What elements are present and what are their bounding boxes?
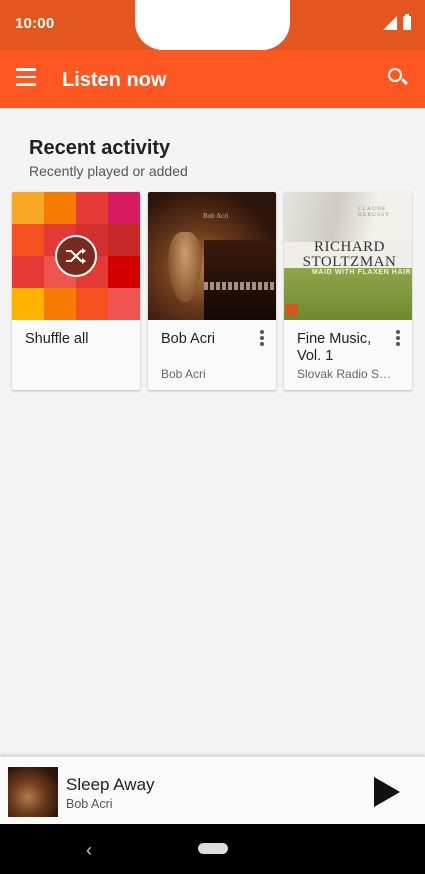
home-icon[interactable]: [198, 843, 228, 854]
section-title: Recent activity: [29, 137, 171, 159]
back-icon[interactable]: ‹: [86, 840, 92, 861]
card-bob-acri[interactable]: Bob Acri Bob Acri Bob Acri: [148, 192, 276, 390]
play-icon[interactable]: [374, 777, 400, 807]
shuffle-art: [12, 192, 140, 320]
card-subtitle: Bob Acri: [161, 367, 206, 381]
status-time: 10:00: [15, 15, 55, 32]
signal-icon: [383, 16, 397, 30]
album-art-text: Bob Acri: [203, 212, 229, 220]
album-art: CLAUDE DEBUSSY RICHARD STOLTZMAN MAID WI…: [284, 192, 412, 320]
now-playing-art: [8, 767, 58, 817]
status-bar: 10:00: [0, 0, 425, 50]
now-playing-title: Sleep Away: [66, 775, 155, 794]
album-art: Bob Acri: [148, 192, 276, 320]
album-art-performer: RICHARD STOLTZMAN: [302, 239, 397, 270]
app-bar: Listen now: [0, 50, 425, 108]
now-playing-artist: Bob Acri: [66, 797, 113, 811]
card-title: Fine Music, Vol. 1: [297, 331, 372, 364]
album-art-piece: MAID WITH FLAXEN HAIR: [312, 269, 412, 276]
status-icons: [383, 14, 411, 30]
card-fine-music[interactable]: CLAUDE DEBUSSY RICHARD STOLTZMAN MAID WI…: [284, 192, 412, 390]
section-subtitle: Recently played or added: [29, 163, 188, 179]
more-options-icon[interactable]: [392, 330, 404, 348]
battery-icon: [403, 14, 411, 30]
more-options-icon[interactable]: [256, 330, 268, 348]
recent-activity-cards: Shuffle all Bob Acri Bob Acri Bob Acri C…: [12, 192, 412, 390]
card-title: Shuffle all: [25, 331, 89, 347]
card-title: Bob Acri: [161, 331, 215, 347]
menu-icon[interactable]: [16, 68, 40, 90]
system-nav-bar: ‹: [0, 824, 425, 874]
album-art-composer: CLAUDE DEBUSSY: [358, 206, 391, 218]
card-shuffle-all[interactable]: Shuffle all: [12, 192, 140, 390]
now-playing-bar[interactable]: Sleep Away Bob Acri: [0, 756, 425, 824]
search-icon[interactable]: [387, 67, 409, 89]
shuffle-icon: [55, 235, 97, 277]
page-title: Listen now: [62, 69, 167, 91]
screen: 10:00 Listen now Recent activity Recentl…: [0, 0, 425, 874]
card-subtitle: Slovak Radio Sy...: [297, 367, 392, 381]
camera-notch: [135, 0, 290, 50]
